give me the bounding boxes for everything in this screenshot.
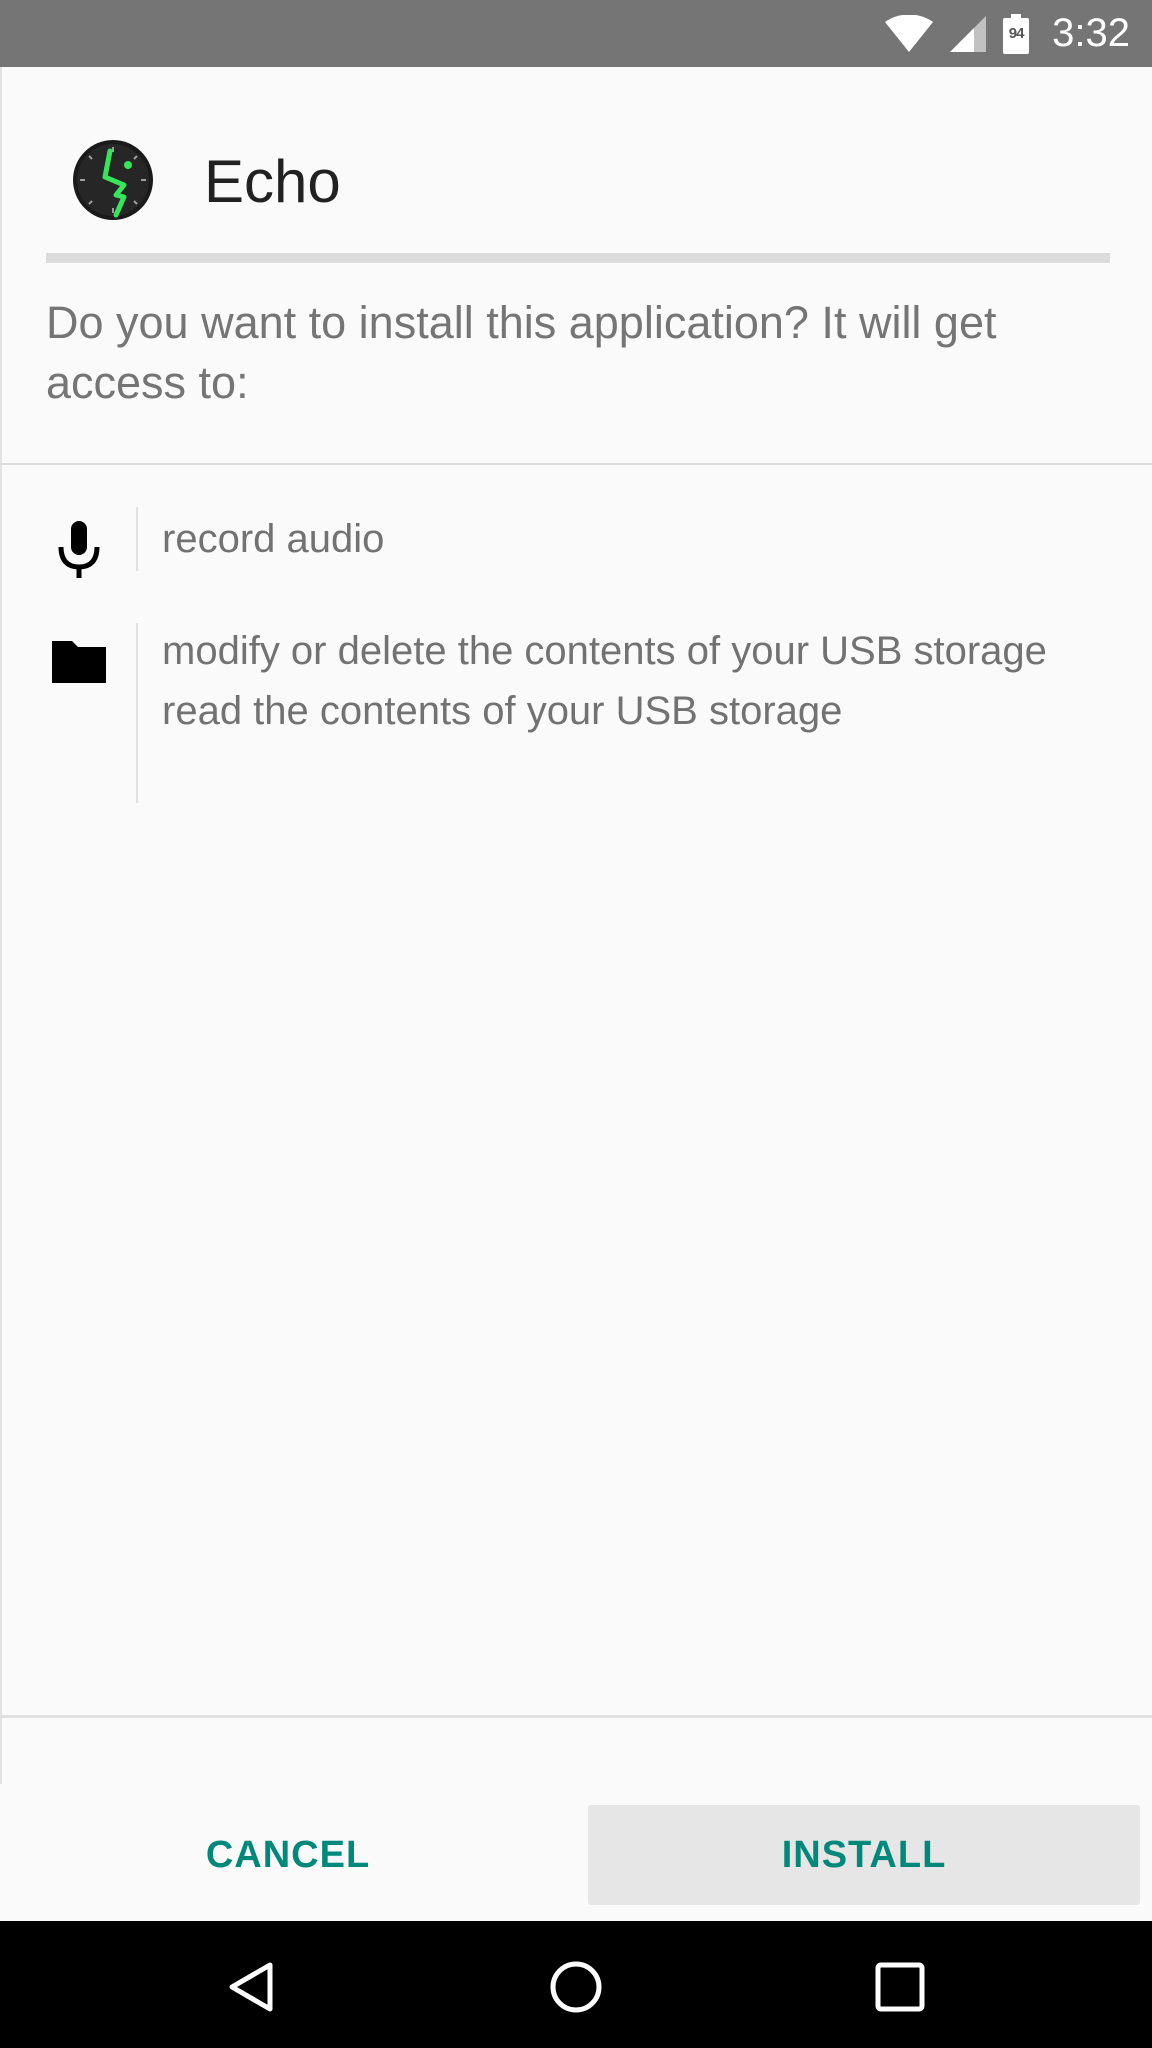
recents-icon [875, 1962, 925, 2012]
cancel-button[interactable]: CANCEL [0, 1805, 576, 1905]
permission-read-storage: read the contents of your USB storage [162, 689, 843, 733]
folder-icon [52, 641, 106, 683]
home-button[interactable] [536, 1947, 616, 2027]
permission-modify-storage: modify or delete the contents of your US… [162, 629, 1047, 673]
back-icon [229, 1962, 273, 2012]
status-icons: 94 3:32 [884, 0, 1130, 67]
navigation-bar [0, 1921, 1152, 2048]
actions-divider [0, 1715, 1152, 1718]
permission-rule [136, 507, 138, 571]
permission-text: record audio [162, 513, 1062, 565]
divider [2, 463, 1152, 465]
app-header: Echo [2, 67, 1152, 257]
status-bar: 94 3:32 [0, 0, 1152, 67]
echo-clock-icon [73, 140, 153, 220]
permission-text: modify or delete the contents of your US… [162, 625, 1062, 737]
install-dialog: Echo Do you want to install this applica… [0, 67, 1152, 1784]
permission-record-audio: record audio [162, 517, 385, 561]
home-icon [550, 1961, 602, 2013]
cell-signal-icon [950, 15, 987, 52]
back-button[interactable] [212, 1947, 292, 2027]
app-name: Echo [204, 148, 341, 215]
permission-group-storage: modify or delete the contents of your US… [2, 623, 1152, 873]
header-progress-bar [46, 253, 1110, 263]
install-button[interactable]: INSTALL [588, 1805, 1140, 1905]
battery-level: 94 [1008, 25, 1025, 42]
recents-button[interactable] [860, 1947, 940, 2027]
wifi-icon [885, 14, 934, 52]
permission-rule [136, 623, 138, 803]
battery-icon: 94 [1002, 13, 1030, 54]
install-question: Do you want to install this application?… [46, 297, 997, 408]
microphone-icon [58, 521, 100, 578]
status-time: 3:32 [1052, 11, 1130, 55]
